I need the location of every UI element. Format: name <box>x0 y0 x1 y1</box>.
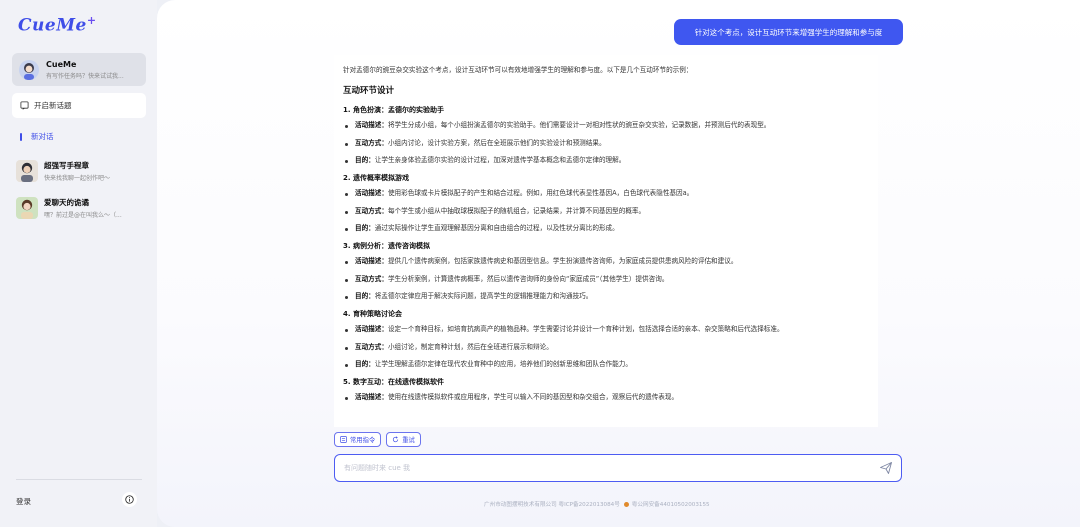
info-icon <box>125 495 134 504</box>
item-text: 设定一个育种目标，如培育抗病高产的植物品种。学生需要讨论并设计一个育种计划，包括… <box>387 325 784 334</box>
chat-input-container[interactable] <box>334 454 902 482</box>
send-icon[interactable] <box>879 461 893 475</box>
footer-police[interactable]: 粤公网安备44010502003155 <box>632 500 710 508</box>
item-text: 小组讨论，制定育种计划，然后在全班进行展示和辩论。 <box>387 342 553 351</box>
item-text: 将学生分成小组，每个小组扮演孟德尔的实验助手。他们需要设计一对相对性状的豌豆杂交… <box>387 121 771 130</box>
list-item: 活动描述：提供几个遗传病案例，包括家族遗传病史和基因型信息。学生扮演遗传咨询师，… <box>343 258 869 266</box>
list-item: 活动描述：设定一个育种目标，如培育抗病高产的植物品种。学生需要讨论并设计一个育种… <box>343 326 869 334</box>
chatter-avatar <box>16 197 38 219</box>
item-label: 活动描述： <box>355 189 388 198</box>
list-item: 互动方式：小组内讨论，设计实验方案，然后在全班展示他们的实验设计和预测结果。 <box>343 138 869 148</box>
item-text: 使用在线遗传模拟软件或应用程序，学生可以输入不同的基因型和杂交组合，观察后代的遗… <box>387 393 679 402</box>
history-item-name: 爱聊天的诡谲 <box>44 198 89 207</box>
history-item-name: 超强写手程章 <box>44 161 89 170</box>
section-title: 2. 遗传概率模拟游戏 <box>343 174 409 183</box>
new-chat-icon <box>20 101 29 110</box>
common-commands-button[interactable]: 常用指令 <box>334 432 382 447</box>
chat-main: 针对这个考点，设计互动环节来增强学生的理解和参与度 针对孟德尔的豌豆杂交实验这个… <box>157 0 1080 527</box>
command-icon <box>340 436 347 443</box>
list-item: 互动方式：每个学生或小组从中抽取球模拟配子的随机组合，记录结果，并计算不同基因型… <box>343 206 869 216</box>
list-item: 目的：通过实际操作让学生直观理解基因分离和自由组合的过程，以及性状分离比的形成。 <box>343 223 869 233</box>
section-title: 1. 角色扮演：孟德尔的实验助手 <box>343 106 444 115</box>
list-item: 目的：让学生理解孟德尔定律在现代农业育种中的应用，培养他们的创新思维和团队合作能… <box>343 359 869 369</box>
chat-input[interactable] <box>344 464 844 472</box>
list-item: 目的：让学生亲身体验孟德尔实验的设计过程，加深对遗传学基本概念和孟德尔定律的理解… <box>343 155 869 165</box>
list-item: 活动描述：使用彩色球或卡片模拟配子的产生和结合过程。例如，用红色球代表显性基因A… <box>343 190 869 198</box>
active-indicator <box>20 132 22 141</box>
info-button[interactable] <box>122 492 137 507</box>
item-text: 使用彩色球或卡片模拟配子的产生和结合过程。例如，用红色球代表显性基因A，白色球代… <box>387 189 694 198</box>
retry-label: 重试 <box>402 437 415 444</box>
police-badge-icon <box>623 501 629 507</box>
retry-button[interactable]: 重试 <box>386 432 421 447</box>
item-text: 通过实际操作让学生直观理解基因分离和自由组合的过程，以及性状分离比的形成。 <box>374 223 619 232</box>
item-text: 让学生亲身体验孟德尔实验的设计过程，加深对遗传学基本概念和孟德尔定律的理解。 <box>374 155 626 164</box>
answer-section: 2. 遗传概率模拟游戏 活动描述：使用彩色球或卡片模拟配子的产生和结合过程。例如… <box>343 174 869 233</box>
item-text: 让学生理解孟德尔定律在现代农业育种中的应用，培养他们的创新思维和团队合作能力。 <box>374 359 632 368</box>
assistant-answer[interactable]: 针对孟德尔的豌豆杂交实验这个考点，设计互动环节可以有效地增强学生的理解和参与度。… <box>334 55 878 427</box>
cueme-logo[interactable]: CueMe+ <box>18 14 97 36</box>
answer-section: 4. 育种策略讨论会 活动描述：设定一个育种目标，如培育抗病高产的植物品种。学生… <box>343 310 869 369</box>
item-label: 互动方式： <box>355 342 388 351</box>
footer-company[interactable]: 广州市动图摆明技术有限公司 粤ICP备2022013084号 <box>484 500 620 508</box>
history-item-chatter[interactable]: 爱聊天的诡谲 嘿？前过是@在叫我么～（... <box>16 195 150 221</box>
assistant-subtitle: 有写作任务吗？快来试试我... <box>46 72 124 80</box>
item-label: 目的： <box>355 155 375 164</box>
history-item-writer[interactable]: 超强写手程章 快来找我聊一起创作吧～ <box>16 158 150 184</box>
sidebar-item-new-chat[interactable]: 新对话 <box>20 131 54 142</box>
logo-plus: + <box>86 14 97 27</box>
item-label: 活动描述： <box>355 393 388 402</box>
answer-action-row: 常用指令 重试 <box>334 432 421 447</box>
item-label: 互动方式： <box>355 274 388 283</box>
list-item: 互动方式：小组讨论，制定育种计划，然后在全班进行展示和辩论。 <box>343 342 869 352</box>
item-label: 目的： <box>355 359 375 368</box>
item-label: 活动描述： <box>355 257 388 266</box>
item-label: 活动描述： <box>355 325 388 334</box>
item-text: 学生分析案例，计算遗传病概率，然后以遗传咨询师的身份向“家庭成员”（其他学生）提… <box>387 274 669 283</box>
list-item: 目的：将孟德尔定律应用于解决实际问题，提高学生的逻辑推理能力和沟通技巧。 <box>343 291 869 301</box>
item-text: 每个学生或小组从中抽取球模拟配子的随机组合，记录结果，并计算不同基因型的概率。 <box>387 206 646 215</box>
refresh-icon <box>393 436 399 443</box>
section-title: 4. 育种策略讨论会 <box>343 310 402 319</box>
answer-section: 5. 数字互动：在线遗传模拟软件 活动描述：使用在线遗传模拟软件或应用程序，学生… <box>343 378 869 402</box>
assistant-name: CueMe <box>46 59 77 69</box>
item-label: 互动方式： <box>355 138 388 147</box>
answer-heading: 互动环节设计 <box>343 85 395 96</box>
item-label: 目的： <box>355 223 375 232</box>
answer-section: 3. 病例分析：遗传咨询模拟 活动描述：提供几个遗传病案例，包括家族遗传病史和基… <box>343 242 869 301</box>
login-link[interactable]: 登录 <box>16 496 31 507</box>
history-item-subtitle: 快来找我聊一起创作吧～ <box>44 175 111 182</box>
list-item: 活动描述：将学生分成小组，每个小组扮演孟德尔的实验助手。他们需要设计一对相对性状… <box>343 122 869 130</box>
answer-intro: 针对孟德尔的豌豆杂交实验这个考点，设计互动环节可以有效地增强学生的理解和参与度。… <box>343 66 693 74</box>
sidebar: CueMe+ CueMe 有写作任务吗？快来试试我... 开启新话题 新对话 超… <box>0 0 157 527</box>
list-item: 活动描述：使用在线遗传模拟软件或应用程序，学生可以输入不同的基因型和杂交组合，观… <box>343 394 869 402</box>
new-chat-label: 新对话 <box>31 132 54 141</box>
writer-avatar <box>16 160 38 182</box>
assistant-cueme-card[interactable]: CueMe 有写作任务吗？快来试试我... <box>12 53 146 86</box>
answer-section: 1. 角色扮演：孟德尔的实验助手 活动描述：将学生分成小组，每个小组扮演孟德尔的… <box>343 106 869 165</box>
logo-text: CueMe <box>18 15 87 36</box>
section-title: 3. 病例分析：遗传咨询模拟 <box>343 242 430 251</box>
common-commands-label: 常用指令 <box>350 437 376 444</box>
section-title: 5. 数字互动：在线遗传模拟软件 <box>343 378 444 387</box>
item-text: 小组内讨论，设计实验方案，然后在全班展示他们的实验设计和预测结果。 <box>387 138 606 147</box>
assistant-avatar <box>19 59 39 80</box>
history-item-subtitle: 嘿？前过是@在叫我么～（... <box>44 212 122 219</box>
item-label: 互动方式： <box>355 206 388 215</box>
new-topic-button[interactable]: 开启新话题 <box>12 93 146 118</box>
footer: 广州市动图摆明技术有限公司 粤ICP备2022013084号 粤公网安备4401… <box>484 500 710 508</box>
item-label: 活动描述： <box>355 121 388 130</box>
item-label: 目的： <box>355 291 375 300</box>
user-message-bubble: 针对这个考点，设计互动环节来增强学生的理解和参与度 <box>674 19 903 45</box>
new-topic-label: 开启新话题 <box>34 101 72 110</box>
list-item: 互动方式：学生分析案例，计算遗传病概率，然后以遗传咨询师的身份向“家庭成员”（其… <box>343 274 869 284</box>
item-text: 将孟德尔定律应用于解决实际问题，提高学生的逻辑推理能力和沟通技巧。 <box>374 291 593 300</box>
item-text: 提供几个遗传病案例，包括家族遗传病史和基因型信息。学生扮演遗传咨询师，为家庭成员… <box>387 257 738 266</box>
sidebar-divider <box>16 479 142 480</box>
